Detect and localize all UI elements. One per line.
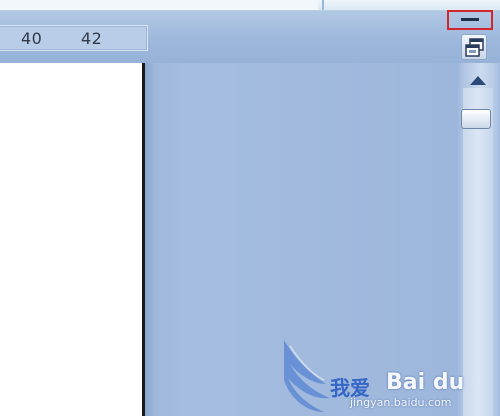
ruler-tick-label: 40 [21, 29, 43, 48]
watermark-baidu-text: Bai du [386, 370, 465, 395]
restore-window-icon [465, 38, 484, 57]
restore-window-button[interactable] [461, 34, 487, 60]
baidu-watermark: 我爱 Bai du jingyan.baidu.com [280, 340, 500, 416]
top-divider [322, 0, 324, 10]
document-page[interactable] [0, 63, 142, 416]
title-strip [0, 0, 500, 11]
scrollbar-thumb[interactable] [461, 109, 491, 129]
horizontal-ruler: 40 42 [0, 25, 148, 51]
minimize-ribbon-button[interactable] [447, 10, 493, 30]
minimize-icon [461, 18, 479, 21]
scroll-up-arrow-icon [470, 76, 486, 85]
scroll-up-button[interactable] [467, 73, 489, 89]
top-tab-area [0, 0, 318, 10]
ruler-tick-label: 42 [81, 29, 103, 48]
ruler-toolbar: 40 42 [0, 11, 500, 63]
watermark-url: jingyan.baidu.com [350, 396, 452, 409]
